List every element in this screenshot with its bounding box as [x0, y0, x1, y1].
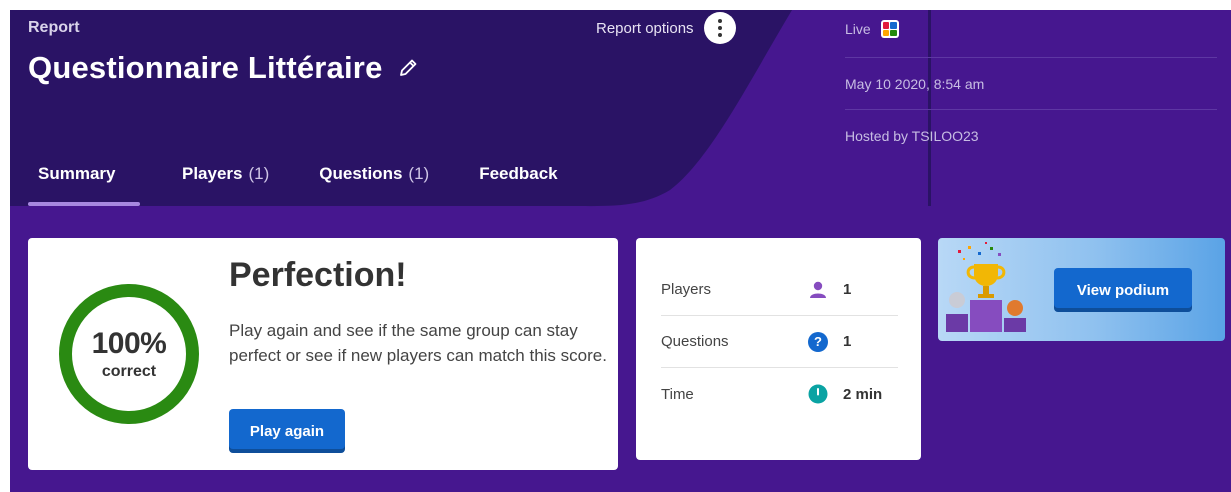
result-message: Play again and see if the same group can…	[229, 321, 607, 365]
stat-questions: Questions ? 1	[661, 316, 898, 368]
score-ring: 100% correct	[59, 284, 199, 424]
play-again-button[interactable]: Play again	[229, 409, 345, 453]
more-options-icon[interactable]	[703, 12, 736, 44]
report-options-label: Report options	[596, 19, 694, 37]
result-card: 100% correct Perfection! Play again and …	[28, 238, 618, 470]
mode-label: Live	[845, 21, 871, 37]
stat-value: 2 min	[843, 385, 883, 403]
tab-label: Players	[182, 164, 243, 183]
stat-label: Time	[661, 385, 694, 403]
tab-label: Summary	[38, 164, 116, 183]
podium-illustration	[946, 242, 1026, 332]
view-podium-button[interactable]: View podium	[1054, 268, 1192, 312]
stat-value: 1	[843, 333, 852, 350]
report-page: Report Questionnaire Littéraire Report o…	[10, 10, 1231, 492]
pencil-icon[interactable]	[397, 57, 419, 79]
tab-label: Questions	[319, 164, 403, 183]
player-icon	[807, 279, 829, 301]
game-info: Live May 10 2020, 8:54 am Hosted by TSIL…	[845, 10, 1217, 162]
stat-label: Questions	[661, 333, 729, 350]
host-text: Hosted by TSILOO23	[845, 128, 979, 144]
stat-players: Players 1	[661, 264, 898, 316]
info-date: May 10 2020, 8:54 am	[845, 58, 1217, 110]
result-heading: Perfection!	[229, 256, 407, 294]
podium-card: View podium	[938, 238, 1225, 341]
score-caption: correct	[101, 363, 157, 380]
stat-value: 1	[843, 281, 852, 298]
tab-count: (1)	[408, 164, 430, 183]
date-text: May 10 2020, 8:54 am	[845, 75, 985, 92]
info-host: Hosted by TSILOO23	[845, 110, 1217, 162]
kahoot-icon	[880, 20, 899, 38]
stats-card: Players 1 Questions ? 1 Time 2 min	[636, 238, 921, 460]
stat-time: Time 2 min	[661, 368, 898, 420]
report-tabs: Summary Players (1) Questions (1) Feedba…	[28, 164, 568, 206]
tab-summary[interactable]: Summary	[28, 164, 140, 206]
page-title: Questionnaire Littéraire	[28, 50, 383, 85]
tab-questions[interactable]: Questions (1)	[309, 164, 439, 206]
question-icon: ?	[807, 331, 829, 353]
stat-label: Players	[661, 281, 712, 298]
tab-label: Feedback	[479, 164, 558, 183]
clock-icon	[807, 383, 829, 405]
tab-feedback[interactable]: Feedback	[469, 164, 567, 206]
tab-count: (1)	[248, 164, 270, 183]
score-percent: 100%	[91, 327, 167, 360]
report-options-button[interactable]: Report options	[596, 12, 736, 44]
tab-players[interactable]: Players (1)	[172, 164, 279, 206]
info-mode: Live	[845, 10, 1217, 58]
report-label: Report	[28, 19, 80, 36]
